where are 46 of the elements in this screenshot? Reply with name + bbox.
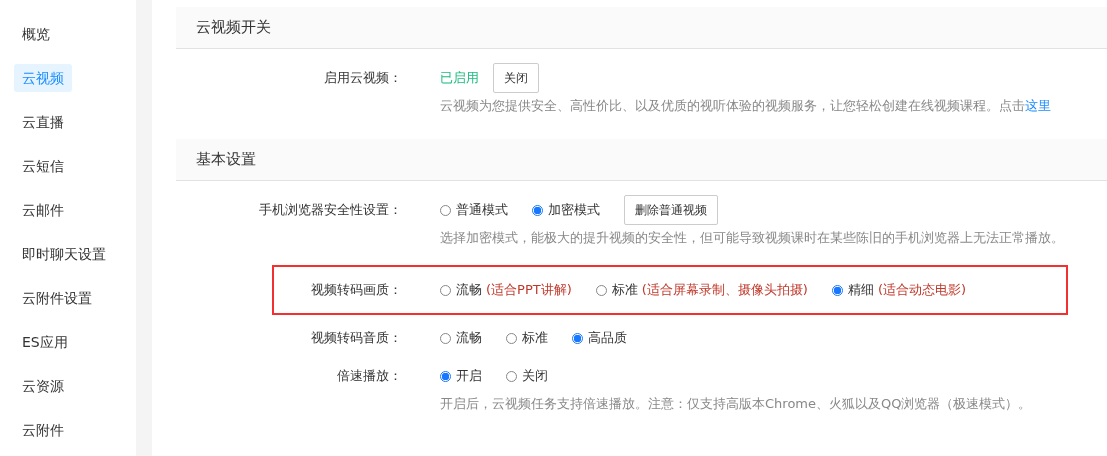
option-note: (适合PPT讲解)	[486, 281, 572, 299]
action-button[interactable]: 关闭	[493, 63, 539, 93]
radio-option[interactable]: 流畅 (适合PPT讲解)	[440, 281, 572, 299]
sidebar-item[interactable]: 即时聊天设置	[14, 240, 114, 268]
sidebar-item[interactable]: ES应用	[14, 328, 76, 356]
field-label: 视频转码音质：	[310, 329, 402, 347]
radio-option[interactable]: 普通模式	[440, 201, 508, 219]
sidebar-item[interactable]: 云资源	[14, 372, 72, 400]
option-label: 流畅	[456, 329, 482, 347]
status-text: 已启用	[440, 69, 479, 87]
help-text: 开启后，云视频任务支持倍速播放。注意：仅支持高版本Chrome、火狐以及QQ浏览器（极速模式）。	[440, 395, 1033, 413]
radio-option[interactable]: 标准 (适合屏幕录制、摄像头拍摄)	[595, 281, 808, 299]
help-link[interactable]: 这里	[1025, 98, 1051, 113]
radio-option[interactable]: 高品质	[572, 329, 627, 347]
option-label: 流畅	[456, 281, 482, 299]
radio-option[interactable]: 标准	[506, 329, 548, 347]
field-label: 启用云视频：	[323, 69, 402, 87]
field-label: 手机浏览器安全性设置：	[258, 201, 402, 219]
option-label: 精细	[847, 281, 874, 299]
radio-option[interactable]: 关闭	[506, 367, 548, 385]
option-label: 普通模式	[456, 201, 508, 219]
option-label: 加密模式	[548, 201, 600, 219]
action-button[interactable]: 删除普通视频	[624, 195, 718, 225]
sidebar-item[interactable]: 云附件设置	[14, 284, 100, 312]
radio-option[interactable]: 开启	[440, 367, 482, 385]
option-label: 标准	[611, 281, 638, 299]
radio-option[interactable]: 加密模式	[532, 201, 600, 219]
help-text: 选择加密模式，能极大的提升视频的安全性，但可能导致视频课时在某些陈旧的手机浏览器上无法正常播放。	[440, 229, 1065, 247]
section-header: 基本设置	[176, 139, 1107, 181]
sidebar-item[interactable]: 云邮件	[14, 196, 72, 224]
option-note: (适合屏幕录制、摄像头拍摄)	[641, 281, 808, 299]
option-label: 开启	[456, 367, 482, 385]
option-label: 关闭	[522, 367, 548, 385]
option-note: (适合动态电影)	[877, 281, 967, 299]
radio-option[interactable]: 流畅	[440, 329, 482, 347]
sidebar-item[interactable]: 云直播	[14, 108, 72, 136]
field-label: 视频转码画质：	[310, 281, 402, 299]
sidebar-item[interactable]: 云短信	[14, 152, 72, 180]
sidebar-item[interactable]: 云附件	[14, 416, 72, 444]
field-label: 倍速播放：	[336, 367, 402, 385]
sidebar-item[interactable]: 概览	[14, 20, 58, 48]
option-label: 标准	[522, 329, 548, 347]
section-header: 云视频开关	[176, 7, 1107, 49]
option-label: 高品质	[588, 329, 627, 347]
help-text: 云视频为您提供安全、高性价比、以及优质的视听体验的视频服务，让您轻松创建在线视频课程。点击这里	[440, 97, 1052, 115]
radio-option[interactable]: 精细 (适合动态电影)	[831, 281, 967, 299]
